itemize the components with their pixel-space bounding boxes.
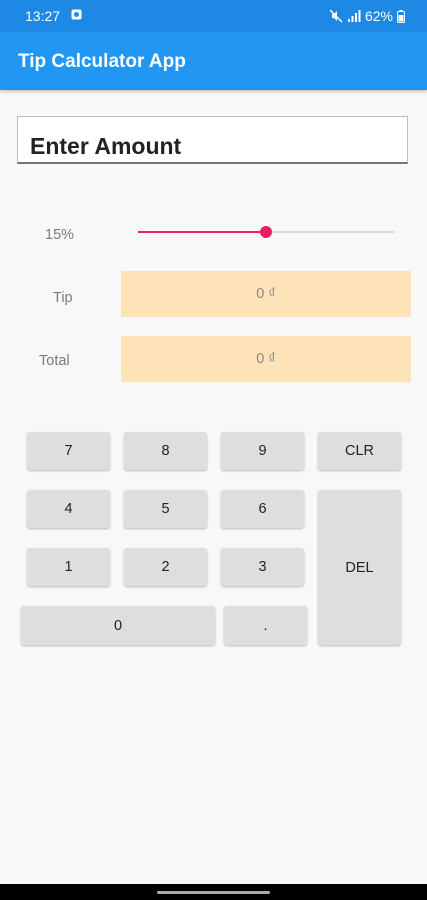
tip-percent-label: 15% bbox=[45, 227, 75, 243]
amount-input[interactable]: Enter Amount bbox=[17, 116, 408, 164]
status-time: 13:27 bbox=[25, 8, 61, 24]
battery-icon bbox=[397, 9, 405, 23]
total-label: Total bbox=[39, 353, 70, 369]
total-value: 0 ₫ bbox=[121, 336, 411, 382]
tip-label: Tip bbox=[53, 290, 73, 306]
clear-button[interactable]: CLR bbox=[318, 432, 401, 470]
signal-icon bbox=[347, 10, 361, 22]
tip-value: 0 ₫ bbox=[121, 271, 411, 317]
delete-button[interactable]: DEL bbox=[318, 490, 401, 645]
key-6[interactable]: 6 bbox=[221, 490, 304, 528]
key-2[interactable]: 2 bbox=[124, 548, 207, 586]
key-8[interactable]: 8 bbox=[124, 432, 207, 470]
key-9[interactable]: 9 bbox=[221, 432, 304, 470]
key-3[interactable]: 3 bbox=[221, 548, 304, 586]
slider-fill bbox=[138, 231, 266, 233]
key-4[interactable]: 4 bbox=[27, 490, 110, 528]
home-handle[interactable] bbox=[157, 891, 270, 894]
key-decimal[interactable]: . bbox=[224, 606, 307, 645]
app-bar: Tip Calculator App bbox=[0, 32, 427, 90]
tip-percent-slider[interactable] bbox=[138, 226, 394, 238]
key-1[interactable]: 1 bbox=[27, 548, 110, 586]
key-0[interactable]: 0 bbox=[21, 606, 215, 645]
key-7[interactable]: 7 bbox=[27, 432, 110, 470]
app-title: Tip Calculator App bbox=[18, 51, 186, 72]
slider-thumb[interactable] bbox=[260, 226, 272, 238]
amount-placeholder: Enter Amount bbox=[30, 133, 182, 159]
notification-icon bbox=[71, 9, 82, 20]
mute-icon bbox=[329, 9, 343, 23]
status-bar: 13:27 62% bbox=[0, 0, 427, 32]
key-5[interactable]: 5 bbox=[124, 490, 207, 528]
battery-percent: 62% bbox=[364, 8, 393, 24]
